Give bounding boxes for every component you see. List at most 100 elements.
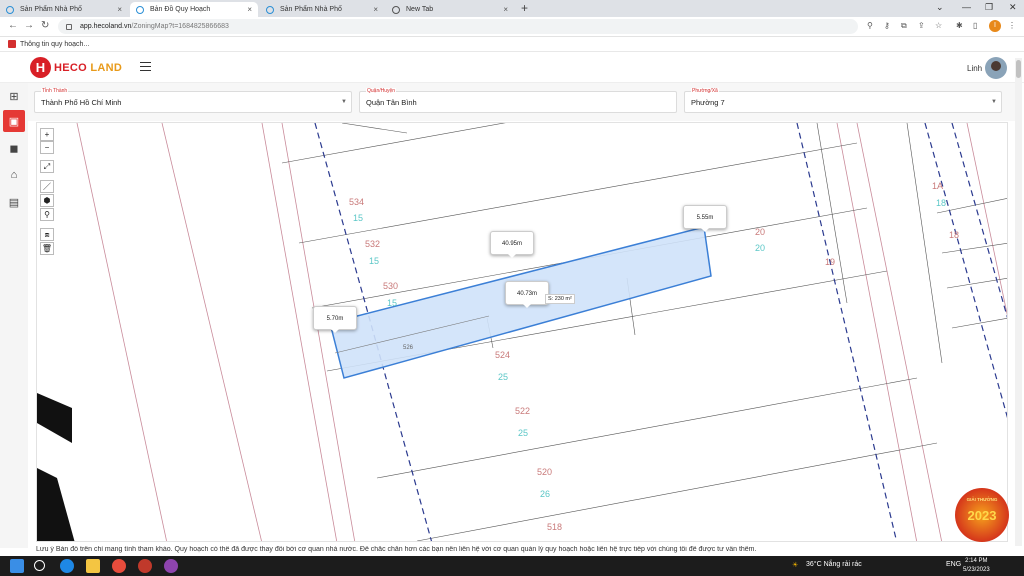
chrome-icon[interactable] (112, 559, 126, 573)
sidepanel-icon[interactable]: ▯ (973, 21, 977, 30)
sidebar-item-products[interactable]: ◼ (3, 137, 25, 159)
browser-tab-3[interactable]: Sản Phẩm Nhà Phố × (260, 2, 384, 17)
dark-block (37, 468, 75, 541)
close-icon[interactable]: × (117, 5, 122, 14)
parcel-number: 18 (949, 230, 959, 240)
parcel-number: 19 (825, 257, 835, 267)
key-icon[interactable]: ⚷ (884, 21, 890, 30)
browser-tab-2[interactable]: Bản Đồ Quy Hoạch × (130, 2, 258, 17)
zoom-in-button[interactable]: + (40, 128, 54, 141)
fullscreen-button[interactable]: ⤢ (40, 160, 54, 173)
top-edge-length-label: 40.95m (490, 231, 534, 258)
lock-icon (66, 23, 72, 30)
zoom-out-button[interactable]: − (40, 141, 54, 154)
close-window-icon[interactable]: ✕ (1009, 2, 1017, 13)
translate-icon[interactable]: ⧉ (901, 21, 907, 31)
language-indicator[interactable]: ENG (946, 561, 961, 568)
right-edge-length-label: 5.55m (683, 205, 727, 232)
username: Linh (967, 64, 983, 73)
sidebar-item-zoning-map[interactable]: ▣ (3, 110, 25, 132)
sidebar-item-documents[interactable]: ▤ (3, 191, 25, 213)
draw-marker-button[interactable]: ⚲ (40, 208, 54, 221)
chevron-down-icon: ▼ (991, 99, 997, 105)
back-icon[interactable]: ← (8, 20, 18, 31)
zoning-map[interactable]: 534 15 532 15 530 15 524 25 522 25 520 2… (36, 122, 1008, 542)
close-icon[interactable]: × (503, 5, 508, 14)
url-input[interactable]: app.hecoland.vn /ZoningMap?t=16848258666… (58, 19, 858, 34)
app-icon[interactable] (164, 559, 178, 573)
parcel-number: 518 (547, 522, 562, 532)
sidebar-item-dashboard[interactable]: ⊞ (3, 85, 25, 107)
parcel-number: 526 (403, 345, 414, 351)
house-settings-icon: ⌂ (10, 169, 18, 181)
share-icon[interactable]: ⇪ (918, 21, 925, 30)
new-tab-button[interactable]: + (521, 1, 528, 15)
browser-tab-4[interactable]: New Tab × (386, 2, 514, 17)
site-favicon (6, 5, 14, 14)
weather-icon: ☀ (792, 562, 799, 569)
heco-land-logo[interactable]: H HECO LAND (30, 57, 122, 78)
avatar[interactable] (985, 57, 1007, 79)
draw-line-button[interactable]: ／ (40, 180, 54, 193)
map-canvas: 534 15 532 15 530 15 524 25 522 25 520 2… (37, 123, 1007, 541)
menu-icon[interactable]: ⋮ (1008, 21, 1016, 30)
bookmark-favicon (8, 40, 16, 48)
page-scrollbar[interactable] (1015, 58, 1022, 546)
globe-icon (392, 5, 400, 14)
disclaimer-notice: Lưu ý Bản đồ trên chỉ mang tính tham khả… (36, 546, 757, 553)
hamburger-menu-icon[interactable] (140, 62, 151, 71)
ward-select[interactable]: Phường/Xã Phường 7 ▼ (684, 88, 1002, 113)
parcel-number: 524 (495, 350, 510, 360)
extensions-icon[interactable]: ✱ (956, 21, 963, 30)
map-icon: ▣ (8, 115, 20, 128)
close-icon[interactable]: × (373, 5, 378, 14)
browser-tab-1[interactable]: Sản Phẩm Nhà Phố × (0, 2, 128, 17)
scrollbar-thumb[interactable] (1016, 60, 1021, 78)
profile-icon[interactable]: I (989, 20, 1001, 32)
chevron-down-icon: ▼ (341, 99, 347, 105)
bookmark-item[interactable]: Thông tin quy hoạch... (20, 41, 89, 48)
edit-layers-button[interactable]: ⧈ (40, 228, 54, 241)
draw-polygon-button[interactable]: ⬢ (40, 194, 54, 207)
search-icon[interactable] (34, 560, 45, 571)
browser-tabstrip: Sản Phẩm Nhà Phố × Bản Đồ Quy Hoạch × Sả… (0, 0, 1024, 17)
edge-icon[interactable] (60, 559, 74, 573)
address-bar-row: ← → ↻ app.hecoland.vn /ZoningMap?t=16848… (0, 17, 1024, 37)
app-header: H HECO LAND Linh (0, 53, 1024, 83)
star-icon[interactable]: ☆ (935, 21, 942, 30)
tab-search-icon[interactable]: ⌄ (936, 2, 944, 13)
parcel-sub: 15 (353, 213, 363, 223)
parcel-number: 532 (365, 239, 380, 249)
parcel-sub: 26 (540, 489, 550, 499)
parcel-number: 530 (383, 281, 398, 291)
document-icon: ▤ (8, 196, 20, 209)
parcel-labels: 534 15 532 15 530 15 524 25 522 25 520 2… (349, 181, 959, 532)
sidebar-item-projects[interactable]: ⌂ (3, 164, 25, 186)
location-icon[interactable]: ⚲ (867, 21, 873, 30)
dark-block (37, 393, 72, 443)
delete-layers-button[interactable]: 🗑 (40, 242, 54, 255)
left-edge-length-label: 5.70m (313, 306, 357, 333)
grid-icon: ⊞ (9, 90, 19, 103)
parcel-sub: 25 (498, 372, 508, 382)
parcel-number: 534 (349, 197, 364, 207)
district-select[interactable]: Quận/Huyện Quận Tân Bình (359, 88, 677, 113)
system-clock[interactable]: 2:14 PM 5/23/2023 (963, 557, 990, 575)
weather-text[interactable]: 36°C Nắng rải rác (806, 561, 862, 568)
location-filter-bar: Tỉnh Thành Thành Phố Hồ Chí Minh ▼ Quận/… (28, 83, 1015, 121)
restore-icon[interactable]: ❐ (985, 2, 993, 13)
bottom-edge-length-label: 40.73m (505, 281, 549, 308)
app-icon[interactable] (138, 559, 152, 573)
reload-icon[interactable]: ↻ (41, 20, 49, 31)
province-select[interactable]: Tỉnh Thành Thành Phố Hồ Chí Minh ▼ (34, 88, 352, 113)
area-label: S: 230 m² (545, 294, 575, 304)
minimize-icon[interactable]: — (962, 2, 971, 12)
windows-start-icon[interactable] (10, 559, 24, 573)
site-favicon (266, 5, 274, 14)
award-badge[interactable]: GIẢI THƯỞNG 2023 (955, 488, 1009, 542)
close-icon[interactable]: × (247, 5, 252, 14)
forward-icon[interactable]: → (24, 20, 34, 31)
parcel-sub: 15 (387, 298, 397, 308)
parcel-sub: 15 (369, 256, 379, 266)
file-explorer-icon[interactable] (86, 559, 100, 573)
